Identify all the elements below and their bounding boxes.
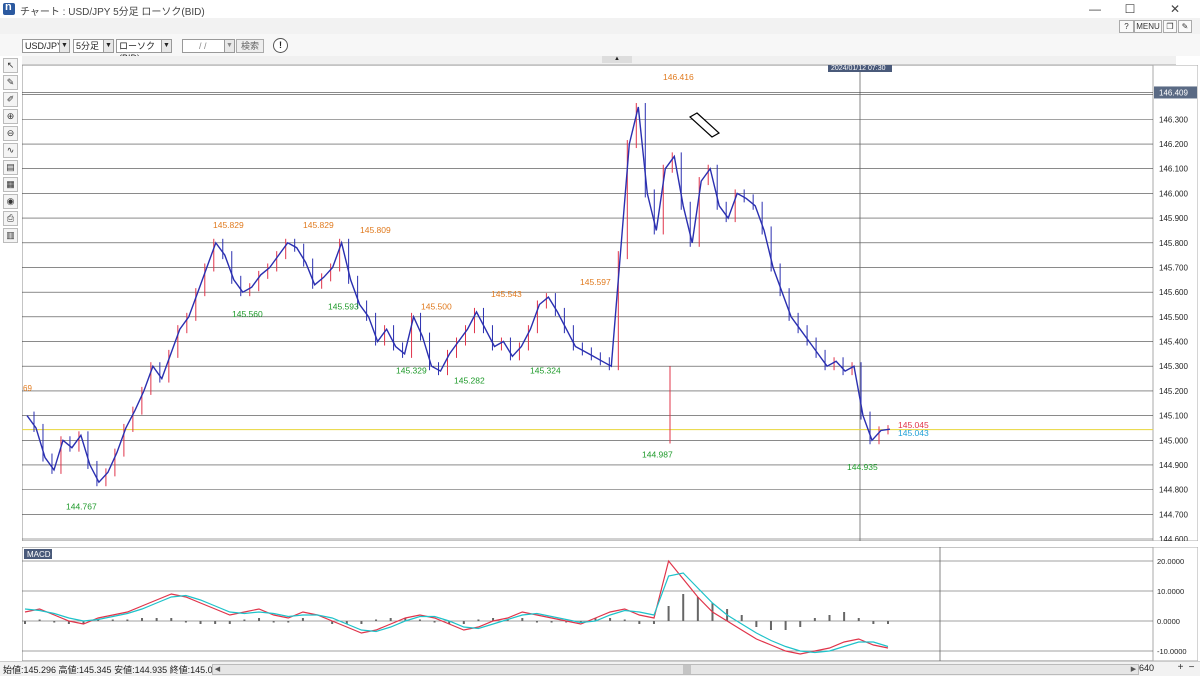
minimize-icon[interactable]: — <box>1080 1 1110 17</box>
y-tick-label: 145.500 <box>1159 313 1188 322</box>
y-tick-label: 145.300 <box>1159 362 1188 371</box>
y-tick-label: 144.900 <box>1159 461 1188 470</box>
info-icon[interactable]: ! <box>273 38 288 53</box>
current-price-label: 146.409 <box>1159 88 1188 97</box>
high-annotation: 145.543 <box>491 289 522 299</box>
high-annotation: 145.500 <box>421 301 452 311</box>
indicator-icon[interactable]: ∿ <box>3 143 18 158</box>
chevron-down-icon[interactable]: ▼ <box>103 40 113 52</box>
crosshair-label: 2024/01/12 07:30 <box>831 65 886 72</box>
y-tick-label: 145.900 <box>1159 214 1188 223</box>
chevron-down-icon[interactable]: ▼ <box>59 40 69 52</box>
price-chart[interactable]: 146.400146.300146.200146.100146.000145.9… <box>22 65 1198 541</box>
y-tick-label: 146.100 <box>1159 165 1188 174</box>
clear-all-icon[interactable]: ✐ <box>3 92 18 107</box>
status-bar: 始値:145.296 高値:145.345 安値:144.935 終値:145.… <box>0 661 1200 676</box>
y-tick-label: 145.700 <box>1159 263 1188 272</box>
window-titlebar: チャート : USD/JPY 5分足 ローソク(BID) — ☐ ✕ <box>0 0 1200 18</box>
panel-collapse-bar[interactable]: ▲ <box>22 56 1176 65</box>
drawing-toolbox: ↖ ✎ ✐ ⊕ ⊖ ∿ ▤ ▦ ◉ ⎙ ▥ <box>3 58 18 245</box>
pair-value: USD/JPY <box>25 41 64 51</box>
macd-y-tick: 0.0000 <box>1157 617 1180 626</box>
y-tick-label: 146.000 <box>1159 189 1188 198</box>
collapse-up-icon[interactable]: ▲ <box>602 56 632 63</box>
low-annotation: 145.329 <box>396 366 427 376</box>
edit-icon[interactable]: ✎ <box>1178 20 1192 33</box>
print-icon[interactable]: ⎙ <box>3 211 18 226</box>
table-icon[interactable]: ▥ <box>3 228 18 243</box>
zoom-in-button[interactable]: + <box>1176 663 1185 673</box>
macd-plot-area <box>22 547 1154 661</box>
help-button[interactable]: ? <box>1119 20 1134 33</box>
left-edge-label: 69 <box>23 384 32 393</box>
y-tick-label: 144.800 <box>1159 486 1188 495</box>
high-annotation: 145.829 <box>303 220 334 230</box>
pen-icon[interactable]: ✎ <box>3 75 18 90</box>
high-annotation: 145.829 <box>213 220 244 230</box>
low-annotation: 144.987 <box>642 450 673 460</box>
y-tick-label: 145.600 <box>1159 288 1188 297</box>
last-price-label: 145.043 <box>898 428 929 438</box>
zoom-level: 640 <box>1139 663 1155 673</box>
y-tick-label: 144.700 <box>1159 510 1188 519</box>
zoom-out-icon[interactable]: ⊖ <box>3 126 18 141</box>
date-field[interactable]: / / ▼ <box>182 39 235 53</box>
window-title: チャート : USD/JPY 5分足 ローソク(BID) <box>20 7 205 18</box>
timeframe-value: 5分足 <box>76 41 100 51</box>
zoom-in-icon[interactable]: ⊕ <box>3 109 18 124</box>
menu-button[interactable]: MENU ▼ <box>1134 20 1162 42</box>
low-annotation: 145.324 <box>530 366 561 376</box>
menu-bar: ? MENU ▼ ❐ ✎ <box>0 18 1200 42</box>
y-tick-label: 144.600 <box>1159 535 1188 541</box>
scroll-right-icon[interactable]: ▶ <box>1129 665 1138 674</box>
close-icon[interactable]: ✕ <box>1160 1 1190 17</box>
high-annotation: 146.416 <box>663 72 694 82</box>
chart-toolbar: USD/JPY▼ 5分足▼ ローソク(BID)▼ / /▼ 検索 ! <box>0 34 1200 63</box>
zoom-out-button[interactable]: − <box>1187 663 1196 673</box>
low-annotation: 145.593 <box>328 301 359 311</box>
chart-type-select[interactable]: ローソク(BID)▼ <box>116 39 172 63</box>
ohlc-readout: 始値:145.296 高値:145.345 安値:144.935 終値:145.… <box>3 665 223 675</box>
cursor-icon[interactable]: ↖ <box>3 58 18 73</box>
scroll-left-icon[interactable]: ◀ <box>213 665 222 674</box>
y-tick-label: 145.100 <box>1159 412 1188 421</box>
layout-icon[interactable]: ▦ <box>3 177 18 192</box>
technical-icon[interactable]: ▤ <box>3 160 18 175</box>
scroll-thumb[interactable] <box>683 665 691 674</box>
horizontal-scrollbar[interactable]: ◀ ▶ <box>212 664 1139 675</box>
calendar-dropdown-icon[interactable]: ▼ <box>224 40 234 52</box>
low-annotation: 145.282 <box>454 375 485 385</box>
pair-select[interactable]: USD/JPY ▼ <box>22 39 70 53</box>
macd-chart[interactable]: MACD 20.0000 10.0000 0.0000 -10.0000 <box>22 547 1198 661</box>
y-tick-label: 145.200 <box>1159 387 1188 396</box>
app-logo-icon <box>3 1 15 15</box>
y-tick-label: 145.400 <box>1159 338 1188 347</box>
date-value: / / <box>199 41 207 51</box>
y-tick-label: 145.800 <box>1159 239 1188 248</box>
search-button[interactable]: 検索 <box>236 39 264 53</box>
macd-y-tick: 20.0000 <box>1157 557 1184 566</box>
macd-title: MACD <box>27 550 51 559</box>
low-annotation: 144.935 <box>847 462 878 472</box>
chevron-down-icon[interactable]: ▼ <box>161 40 171 52</box>
timeframe-select[interactable]: 5分足 ▼ <box>73 39 114 53</box>
macd-y-tick: 10.0000 <box>1157 587 1184 596</box>
high-annotation: 145.809 <box>360 225 391 235</box>
low-annotation: 145.560 <box>232 309 263 319</box>
low-annotation: 144.767 <box>66 501 97 511</box>
y-tick-label: 146.300 <box>1159 115 1188 124</box>
eye-icon[interactable]: ◉ <box>3 194 18 209</box>
y-tick-label: 145.000 <box>1159 436 1188 445</box>
high-annotation: 145.597 <box>580 277 611 287</box>
window-icon[interactable]: ❐ <box>1163 20 1177 33</box>
macd-y-tick: -10.0000 <box>1157 647 1187 656</box>
y-tick-label: 146.200 <box>1159 140 1188 149</box>
maximize-icon[interactable]: ☐ <box>1115 1 1145 17</box>
plot-area <box>22 65 1154 541</box>
